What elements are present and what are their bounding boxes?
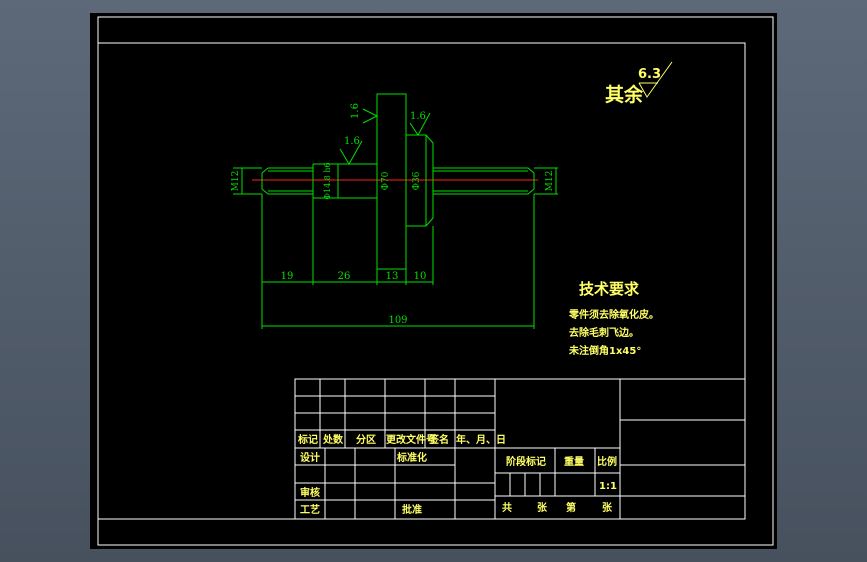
tech-req-line-1: 零件须去除氧化皮。 — [568, 308, 659, 321]
drawing-sheet: 其余 6.3 M12 Φ14.8 h6 Φ70 Φ36 M12 1.6 1.6 … — [90, 13, 777, 549]
dim-diameter-left-thread: M12 — [231, 171, 241, 192]
dim-diameter-collar: Φ70 — [381, 171, 391, 190]
dim-diameter-hub: Φ36 — [412, 171, 422, 190]
tb-scale-value: 1:1 — [599, 481, 617, 492]
outer-frame — [97, 16, 774, 546]
roughness-label-2: 1.6 — [344, 136, 360, 147]
dim-length-10: 10 — [414, 271, 427, 282]
tb-header-signature: 签名 — [428, 433, 449, 446]
title-block — [294, 378, 746, 520]
dim-length-overall: 109 — [388, 315, 407, 326]
tb-stage-mark: 阶段标记 — [506, 455, 546, 468]
tb-header-date: 年、月、日 — [456, 433, 506, 446]
tech-req-line-3: 未注倒角1x45° — [568, 344, 641, 357]
roughness-symbol-1 — [362, 108, 379, 124]
tb-number: 第 — [566, 501, 576, 514]
tech-req-line-2: 去除毛刺飞边。 — [569, 326, 639, 339]
tb-standardize: 标准化 — [396, 451, 427, 464]
diameter-dim-lines — [233, 167, 558, 195]
tech-req-title: 技术要求 — [579, 280, 640, 298]
tb-header-zone: 分区 — [356, 433, 376, 446]
dim-length-13: 13 — [386, 271, 399, 282]
roughness-label-1: 1.6 — [350, 103, 361, 119]
length-dim-lines — [261, 194, 535, 329]
tb-sheets-2: 张 — [602, 501, 613, 514]
tb-approve: 批准 — [402, 503, 422, 516]
tb-weight: 重量 — [564, 455, 584, 468]
tb-scale: 比例 — [597, 455, 617, 468]
shaft-part — [261, 93, 535, 270]
dim-length-26: 26 — [338, 271, 351, 282]
general-roughness-value: 6.3 — [638, 67, 661, 82]
general-roughness-label: 其余 — [605, 83, 644, 106]
tb-sheets: 张 — [537, 501, 548, 514]
tb-header-mark: 标记 — [297, 433, 318, 446]
drawing-canvas: 其余 6.3 M12 Φ14.8 h6 Φ70 Φ36 M12 1.6 1.6 … — [97, 16, 774, 546]
dim-length-19: 19 — [281, 271, 294, 282]
dim-diameter-journal: Φ14.8 h6 — [323, 162, 332, 199]
tb-design: 设计 — [300, 451, 320, 464]
tb-total: 共 — [502, 501, 512, 514]
tb-header-count: 处数 — [322, 433, 344, 446]
roughness-label-3: 1.6 — [410, 111, 426, 122]
tb-review: 审核 — [300, 486, 320, 499]
dim-diameter-right-thread: M12 — [545, 171, 555, 192]
tb-process: 工艺 — [300, 503, 320, 516]
